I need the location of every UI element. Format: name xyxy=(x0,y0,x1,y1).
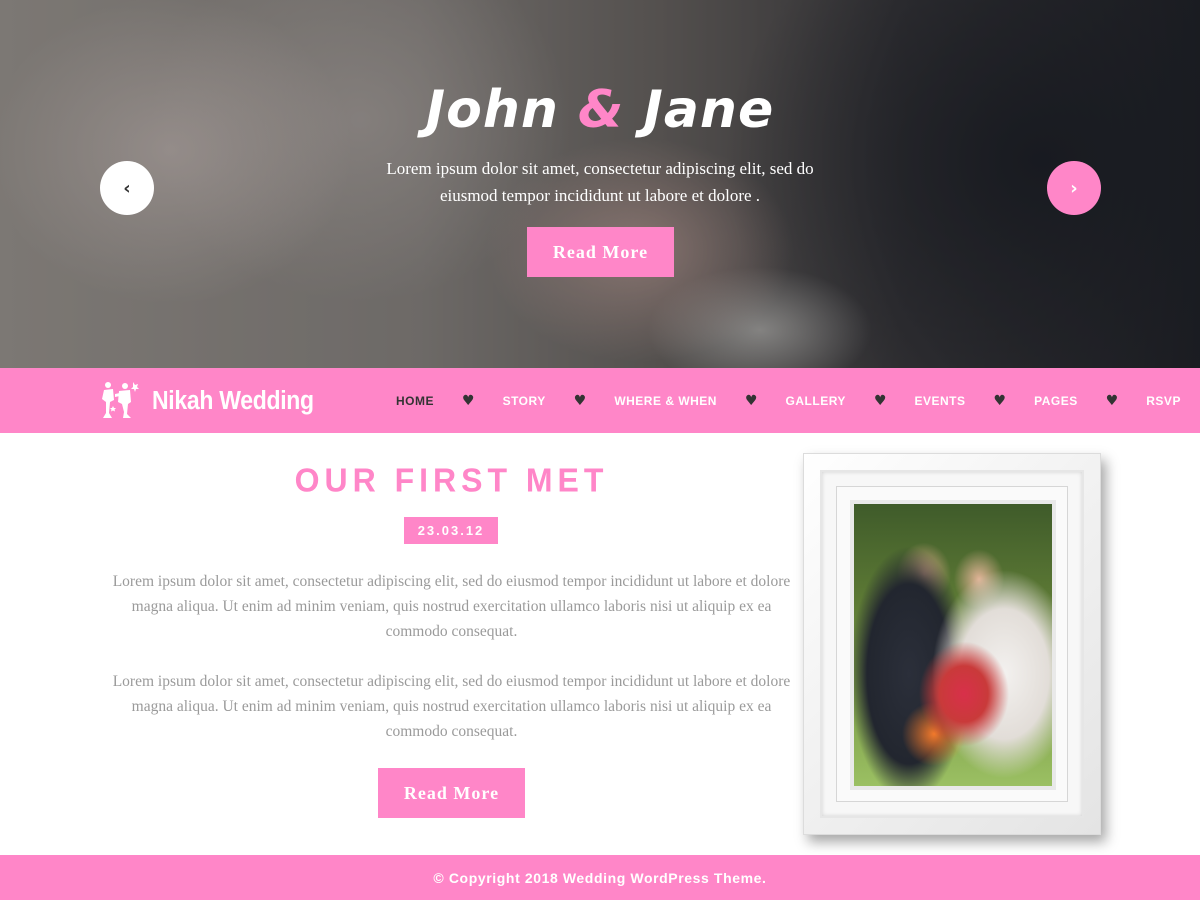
nav-item-gallery[interactable]: GALLERY xyxy=(786,394,846,408)
heart-icon: ♥ xyxy=(993,392,1007,409)
slider-next-button[interactable]: › xyxy=(1047,161,1101,215)
chevron-right-icon: › xyxy=(1070,177,1078,199)
hero-title: John & Jane xyxy=(0,80,1200,140)
nav-item-events[interactable]: EVENTS xyxy=(915,394,966,408)
heart-icon: ♥ xyxy=(873,392,887,409)
heart-icon: ♥ xyxy=(462,392,475,409)
slider-prev-button[interactable]: ‹ xyxy=(100,161,154,215)
main-menu: HOME ♥ STORY ♥ WHERE & WHEN ♥ GALLERY ♥ … xyxy=(396,368,1181,433)
site-logo[interactable]: Nikah Wedding xyxy=(100,380,314,420)
copyright-text: © Copyright 2018 Wedding WordPress Theme… xyxy=(433,869,767,886)
hero-title-ampersand: & xyxy=(578,80,625,140)
heart-icon: ♥ xyxy=(744,392,758,409)
nav-item-home[interactable]: HOME xyxy=(396,394,434,408)
hero-read-more-button[interactable]: Read More xyxy=(527,227,674,277)
nav-item-story[interactable]: STORY xyxy=(503,394,546,408)
hero-title-name1: John xyxy=(425,80,559,140)
nav-item-pages[interactable]: PAGES xyxy=(1034,394,1078,408)
couple-photo xyxy=(850,500,1056,790)
hero-title-name2: Jane xyxy=(643,80,775,140)
heart-icon: ♥ xyxy=(573,392,587,409)
story-paragraph: Lorem ipsum dolor sit amet, consectetur … xyxy=(112,673,791,740)
site-footer: © Copyright 2018 Wedding WordPress Theme… xyxy=(0,855,1200,900)
couple-logo-icon xyxy=(102,382,139,418)
nav-item-where-when[interactable]: WHERE & WHEN xyxy=(614,394,717,408)
nav-item-rsvp[interactable]: RSVP xyxy=(1146,394,1181,408)
story-paragraph: Lorem ipsum dolor sit amet, consectetur … xyxy=(112,573,791,640)
hero-slider: John & Jane Lorem ipsum dolor sit amet, … xyxy=(0,0,1200,368)
section-title: OUR FIRST MET xyxy=(294,461,609,499)
heart-icon: ♥ xyxy=(1105,392,1119,409)
picture-frame xyxy=(803,453,1101,835)
hero-content: John & Jane Lorem ipsum dolor sit amet, … xyxy=(0,0,1200,368)
site-logo-text: Nikah Wedding xyxy=(152,384,314,414)
story-read-more-button[interactable]: Read More xyxy=(378,768,525,818)
date-badge: 23.03.12 xyxy=(404,517,498,544)
chevron-left-icon: ‹ xyxy=(123,177,131,199)
main-navbar: Nikah Wedding HOME ♥ STORY ♥ WHERE & WHE… xyxy=(0,368,1200,433)
hero-description: Lorem ipsum dolor sit amet, consectetur … xyxy=(386,159,814,205)
